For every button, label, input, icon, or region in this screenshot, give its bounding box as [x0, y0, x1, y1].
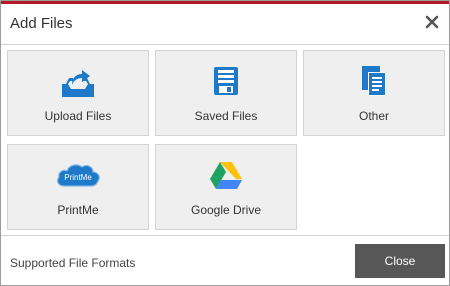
saved-files-icon: [214, 67, 238, 95]
source-tile-google-drive[interactable]: Google Drive: [155, 144, 297, 230]
upload-icon: [62, 70, 94, 97]
printme-cloud-icon: PrintMe: [57, 164, 100, 187]
close-icon[interactable]: [424, 14, 440, 30]
source-tile-saved-files[interactable]: Saved Files: [155, 50, 297, 136]
close-button[interactable]: Close: [355, 244, 445, 278]
source-tile-printme[interactable]: PrintMe PrintMe: [7, 144, 149, 230]
dialog-footer: Supported File Formats Close: [1, 235, 449, 286]
dialog-header: Add Files: [1, 4, 449, 45]
source-label: Other: [358, 109, 389, 123]
source-tile-upload-files[interactable]: Upload Files: [7, 50, 149, 136]
supported-formats-link[interactable]: Supported File Formats: [10, 256, 135, 270]
source-label: Saved Files: [194, 109, 258, 123]
svg-text:PrintMe: PrintMe: [64, 173, 92, 182]
source-label: Google Drive: [190, 203, 262, 217]
source-label: PrintMe: [57, 203, 99, 217]
google-drive-icon: [210, 162, 242, 189]
dialog-title: Add Files: [10, 15, 73, 32]
source-tile-other[interactable]: Other: [303, 50, 445, 136]
add-files-dialog: Add Files Upload Files Saved Files Other…: [0, 0, 450, 286]
source-label: Upload Files: [44, 109, 112, 123]
documents-icon: [362, 66, 386, 96]
